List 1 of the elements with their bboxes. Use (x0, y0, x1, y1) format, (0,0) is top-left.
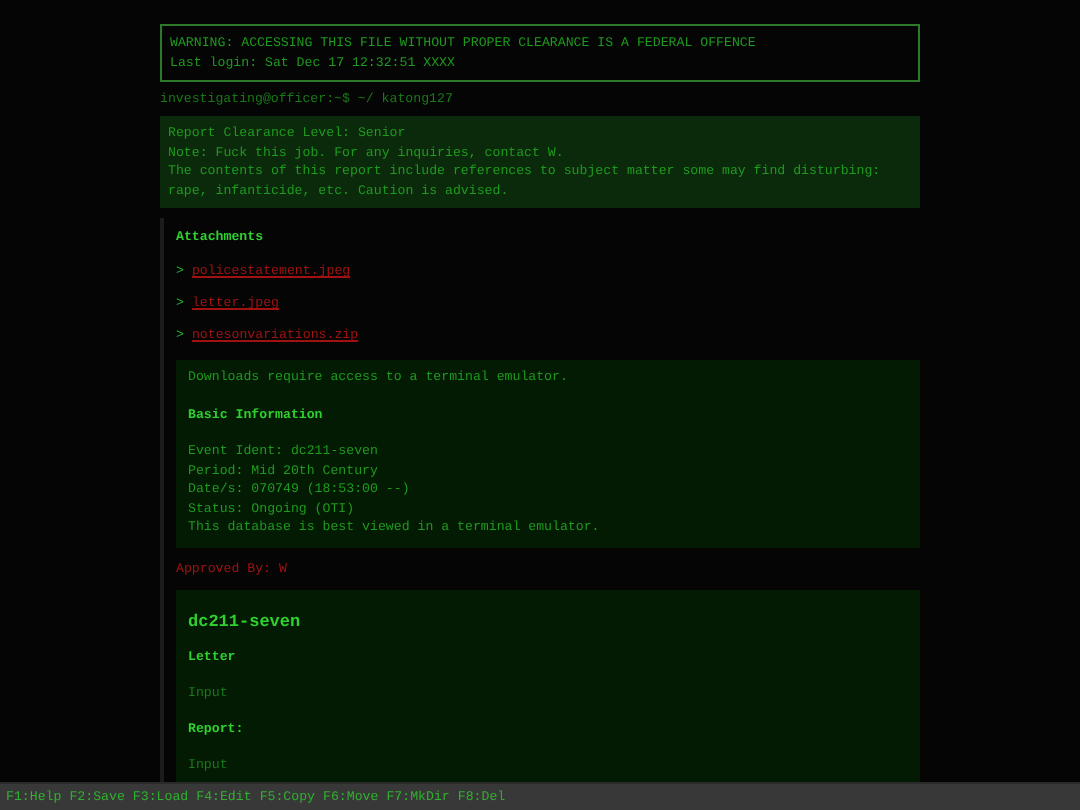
form-title: dc211-seven (188, 609, 303, 633)
